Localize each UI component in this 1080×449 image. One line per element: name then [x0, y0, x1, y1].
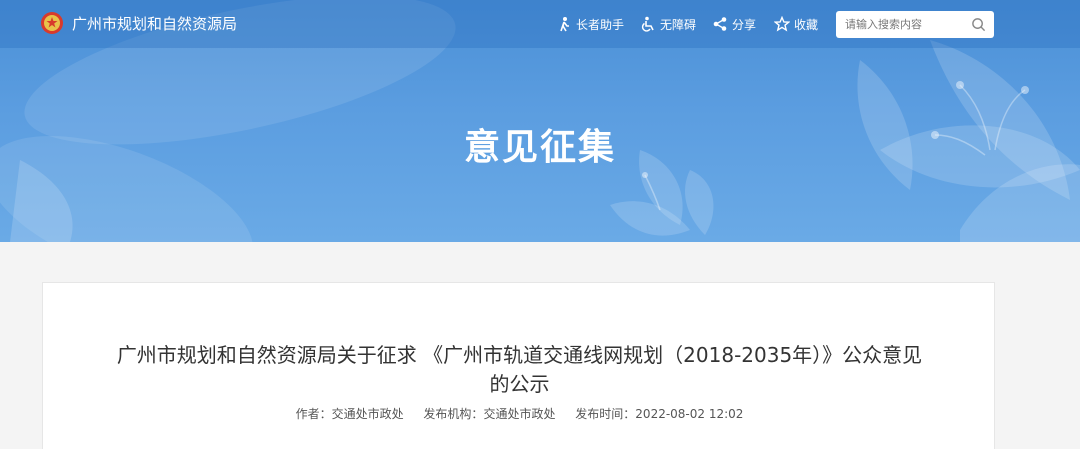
- publish-time-info: 发布时间：2022-08-02 12:02: [575, 407, 743, 421]
- share-icon: [712, 16, 728, 32]
- publisher-info: 发布机构：交通处市政处: [423, 407, 555, 421]
- favorite-label: 收藏: [794, 17, 819, 32]
- search-icon[interactable]: [971, 17, 986, 32]
- article-meta: 作者：交通处市政处 发布机构：交通处市政处 发布时间：2022-08-02 12…: [43, 405, 996, 422]
- favorite-link[interactable]: 收藏: [774, 14, 818, 34]
- star-icon: [774, 16, 790, 32]
- publish-time-label: 发布时间：: [575, 407, 636, 421]
- national-emblem-logo: [41, 12, 63, 34]
- article-title: 广州市规划和自然资源局关于征求 《广州市轨道交通线网规划（2018-2035年）…: [116, 343, 923, 396]
- search-input[interactable]: [845, 18, 967, 31]
- publisher-value: 交通处市政处: [483, 407, 556, 421]
- accessibility-icon: [640, 16, 656, 32]
- elder-assistant-icon: [556, 16, 572, 32]
- accessibility-link[interactable]: 无障碍: [640, 14, 696, 34]
- author-value: 交通处市政处: [331, 407, 404, 421]
- accessibility-label: 无障碍: [660, 17, 697, 32]
- share-link[interactable]: 分享: [712, 14, 756, 34]
- share-label: 分享: [732, 17, 757, 32]
- author-info: 作者：交通处市政处: [296, 407, 404, 421]
- elder-assistant-link[interactable]: 长者助手: [556, 14, 624, 34]
- publisher-label: 发布机构：: [423, 407, 484, 421]
- header-banner: 广州市规划和自然资源局 长者助手 无障碍 分享 收藏 意见征集: [0, 0, 1080, 242]
- author-label: 作者：: [295, 407, 332, 421]
- article-card: 广州市规划和自然资源局关于征求 《广州市轨道交通线网规划（2018-2035年）…: [42, 282, 995, 449]
- page-title: 意见征集: [463, 127, 616, 168]
- site-title[interactable]: 广州市规划和自然资源局: [72, 14, 237, 34]
- search-box: [836, 11, 994, 38]
- publish-time-value: 2022-08-02 12:02: [635, 407, 744, 421]
- elder-assistant-label: 长者助手: [576, 17, 625, 32]
